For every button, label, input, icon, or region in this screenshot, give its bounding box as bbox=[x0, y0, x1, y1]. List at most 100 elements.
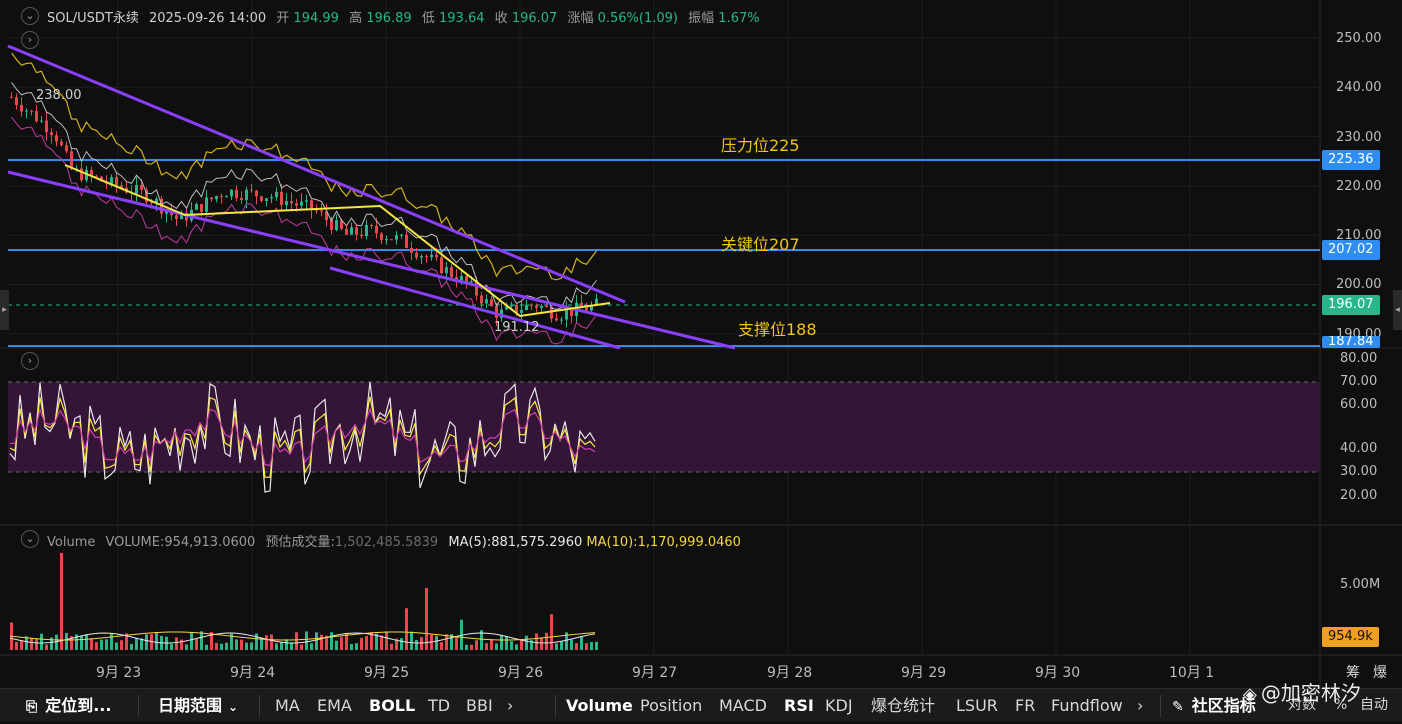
volume-bar bbox=[280, 642, 283, 650]
divider bbox=[259, 695, 260, 717]
right-panel-toggle-icon[interactable]: ◂ bbox=[1393, 290, 1402, 330]
volume-bar bbox=[235, 639, 238, 650]
amp-label: 振幅 bbox=[688, 11, 715, 26]
volume-bar bbox=[225, 642, 228, 650]
candle-body bbox=[425, 256, 428, 258]
volume-bar bbox=[290, 642, 293, 650]
volume-bar bbox=[445, 634, 448, 650]
indicator-kdj[interactable]: KDJ bbox=[825, 689, 853, 722]
candle-body bbox=[45, 120, 48, 133]
volume-bar bbox=[205, 644, 208, 650]
collapse-icon[interactable]: ⌄ bbox=[21, 7, 39, 25]
volume-label: Volume bbox=[47, 535, 96, 550]
candle-body bbox=[115, 177, 118, 186]
candle-body bbox=[380, 233, 383, 241]
candle-body bbox=[320, 210, 323, 212]
candle-body bbox=[70, 151, 73, 169]
indicator-rsi[interactable]: RSI bbox=[784, 689, 814, 722]
volume-bar bbox=[525, 635, 528, 650]
expand-icon[interactable]: › bbox=[21, 31, 39, 49]
volume-bar bbox=[105, 639, 108, 650]
candle-body bbox=[490, 299, 493, 307]
candle-body bbox=[495, 306, 498, 318]
indicator-bbi[interactable]: BBI bbox=[466, 689, 493, 722]
candle-body bbox=[295, 203, 298, 206]
volume-bar bbox=[425, 587, 428, 650]
candle-body bbox=[535, 305, 538, 308]
volume-bar bbox=[320, 634, 323, 650]
volume-bar bbox=[390, 643, 393, 650]
support-annotation: 支撑位188 bbox=[738, 320, 817, 339]
volume-bar bbox=[570, 639, 573, 650]
chart-area[interactable]: ⌄ SOL/USDT永续 2025-09-26 14:00 开 194.99 高… bbox=[0, 0, 1402, 688]
more-main-indicators-icon[interactable]: › bbox=[507, 689, 513, 722]
date-range-label: 日期范围 bbox=[158, 696, 223, 715]
volume-bar bbox=[475, 640, 478, 650]
candle-body bbox=[450, 267, 453, 278]
volume-bar bbox=[490, 639, 493, 650]
boll-middle-line bbox=[11, 82, 597, 310]
price-tick: 200.00 bbox=[1336, 277, 1382, 292]
candle-body bbox=[595, 298, 598, 305]
indicator-volume[interactable]: Volume bbox=[566, 689, 633, 722]
rsi-tick: 40.00 bbox=[1340, 441, 1378, 456]
indicator-position[interactable]: Position bbox=[640, 689, 702, 722]
date-range-button[interactable]: 日期范围 ⌄ bbox=[158, 689, 238, 722]
volume-bar bbox=[500, 634, 503, 650]
volume-bar bbox=[365, 636, 368, 650]
more-sub-indicators-icon[interactable]: › bbox=[1137, 689, 1143, 722]
candle-body bbox=[570, 309, 573, 317]
high-value: 196.89 bbox=[366, 11, 412, 26]
volume-bar bbox=[215, 642, 218, 650]
volume-bar bbox=[380, 635, 383, 650]
left-panel-toggle-icon[interactable]: ▸ bbox=[0, 290, 9, 330]
volume-bar bbox=[510, 641, 513, 650]
volume-bar bbox=[250, 642, 253, 650]
candle-body bbox=[585, 307, 588, 311]
volume-bar bbox=[220, 643, 223, 650]
indicator-ema[interactable]: EMA bbox=[317, 689, 352, 722]
boll-lower-line bbox=[11, 116, 597, 345]
close-value: 196.07 bbox=[511, 11, 558, 26]
indicator-fr[interactable]: FR bbox=[1015, 689, 1035, 722]
indicator-liquidation[interactable]: 爆仓统计 bbox=[871, 689, 935, 722]
change-label: 涨幅 bbox=[567, 11, 594, 26]
volume-current-tag: 954.9k bbox=[1322, 627, 1379, 647]
candle-body bbox=[40, 120, 43, 122]
bottom-toolbar: ⎘ 定位到... 日期范围 ⌄ MA EMA BOLL TD BBI › Volum… bbox=[0, 681, 1402, 722]
volume-bar bbox=[195, 639, 198, 650]
divider bbox=[1160, 695, 1161, 717]
indicator-lsur[interactable]: LSUR bbox=[956, 689, 998, 722]
candle-body bbox=[400, 234, 403, 236]
candlestick-chart[interactable] bbox=[0, 0, 1402, 688]
volume-bar bbox=[45, 644, 48, 650]
volume-bar bbox=[505, 636, 508, 650]
volume-bar bbox=[415, 639, 418, 650]
price-tick: 230.00 bbox=[1336, 130, 1382, 145]
indicator-ma[interactable]: MA bbox=[275, 689, 300, 722]
candle-body bbox=[225, 196, 228, 198]
candle-body bbox=[135, 184, 138, 194]
candle-body bbox=[405, 234, 408, 249]
date-label: 9月 23 bbox=[96, 665, 142, 681]
volume-bar bbox=[30, 637, 33, 650]
watermark-text: @加密林汐 bbox=[1260, 681, 1361, 705]
candle-body bbox=[420, 256, 423, 258]
indicator-macd[interactable]: MACD bbox=[719, 689, 767, 722]
candle-body bbox=[540, 305, 543, 308]
liquidation-button[interactable]: 爆 bbox=[1373, 662, 1387, 682]
candle-body bbox=[355, 227, 358, 235]
indicator-boll[interactable]: BOLL bbox=[369, 689, 415, 722]
volume-collapse-icon[interactable]: ⌄ bbox=[21, 530, 39, 548]
rsi-expand-icon[interactable]: › bbox=[21, 352, 39, 370]
indicator-td[interactable]: TD bbox=[428, 689, 450, 722]
low-marker: 191.12 bbox=[494, 320, 540, 335]
auto-scale-toggle[interactable]: 自动 bbox=[1360, 689, 1388, 722]
volume-bar bbox=[85, 634, 88, 650]
indicator-fundflow[interactable]: Fundflow bbox=[1051, 689, 1123, 722]
divider bbox=[555, 695, 556, 717]
locate-icon: ⎘ bbox=[26, 699, 38, 715]
locate-button[interactable]: ⎘ 定位到... bbox=[26, 689, 111, 722]
divider bbox=[138, 695, 139, 717]
candle-body bbox=[560, 319, 563, 321]
